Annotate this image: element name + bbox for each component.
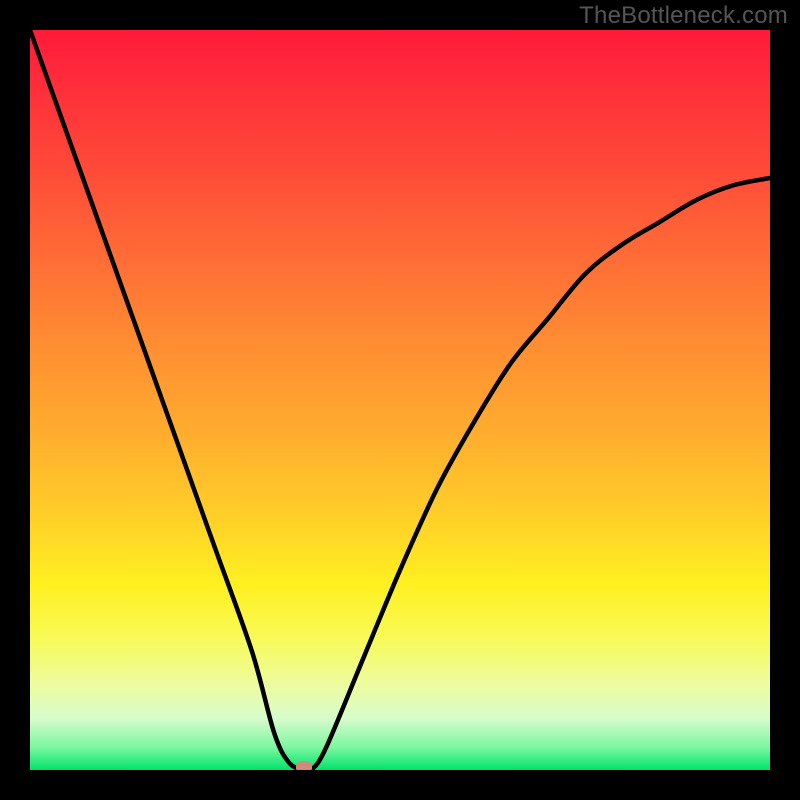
plot-area (30, 30, 770, 770)
watermark-text: TheBottleneck.com (579, 2, 788, 30)
bottleneck-curve (30, 30, 770, 770)
optimum-marker (296, 761, 312, 770)
chart-frame: TheBottleneck.com (0, 0, 800, 800)
